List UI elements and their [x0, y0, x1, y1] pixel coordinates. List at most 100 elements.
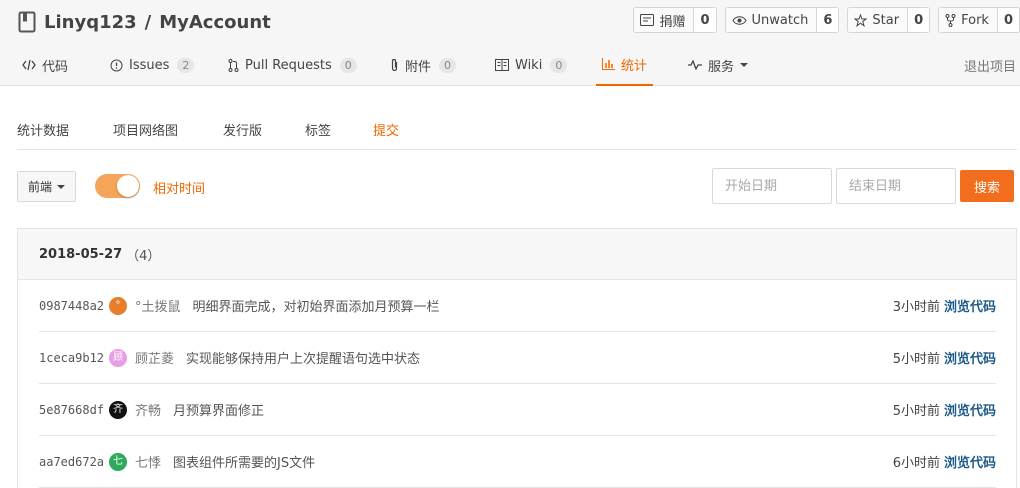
star-label: Star [872, 12, 900, 28]
tab-services[interactable]: 服务 [688, 44, 749, 86]
commit-date: 2018-05-27 [39, 246, 123, 262]
avatar[interactable]: ° [109, 296, 128, 315]
commit-sha-link[interactable]: aa7ed672a [39, 455, 104, 469]
repo-title: Linyq123 / MyAccount [18, 10, 271, 34]
commit-time: 6小时前 [892, 456, 940, 471]
wiki-book-icon [495, 59, 509, 71]
relative-time-toggle[interactable] [95, 174, 140, 198]
commit-time: 3小时前 [892, 300, 940, 315]
star-label-wrap: Star [848, 8, 909, 32]
wiki-count-badge: 0 [550, 57, 568, 73]
commit-row: 0987448a2 ° °土拨鼠 明细界面完成，对初始界面添加月预算一栏 3小时… [39, 280, 996, 332]
browse-code-link[interactable]: 浏览代码 [944, 348, 996, 367]
pulse-icon [688, 60, 702, 70]
fork-count[interactable]: 0 [997, 8, 1019, 32]
commit-list: 2018-05-27 （4） 0987448a2 ° °土拨鼠 明细界面完成，对… [17, 228, 1017, 488]
start-date-input[interactable] [712, 168, 832, 204]
subtab-tags[interactable]: 标签 [305, 120, 331, 139]
star-button[interactable]: Star 0 [847, 7, 931, 33]
commit-meta: 3小时前 浏览代码 [893, 296, 996, 315]
code-icon [22, 59, 36, 71]
pulls-count-badge: 0 [339, 57, 357, 73]
commit-date-header: 2018-05-27 （4） [18, 229, 1016, 280]
donate-label-wrap: 捐赠 [634, 8, 695, 32]
tab-wiki-label: Wiki [515, 57, 543, 73]
fork-button[interactable]: Fork 0 [938, 7, 1020, 33]
subtab-commits[interactable]: 提交 [373, 120, 399, 139]
repo-book-icon [18, 11, 36, 33]
tab-attachments-label: 附件 [405, 59, 432, 75]
end-date-input[interactable] [836, 168, 956, 204]
issue-icon [110, 59, 123, 71]
repo-actions: 捐赠 0 Unwatch 6 Star 0 Fork 0 [633, 7, 1020, 33]
branch-select[interactable]: 前端 [17, 171, 76, 202]
tab-stats[interactable]: 统计 [596, 44, 654, 86]
chevron-down-icon [57, 184, 65, 189]
avatar[interactable]: 齐 [109, 400, 128, 419]
chevron-down-icon [740, 63, 749, 67]
star-icon [854, 13, 868, 27]
avatar[interactable]: 顾 [109, 348, 128, 367]
commit-author[interactable]: °土拨鼠 [135, 296, 181, 315]
repo-separator: / [144, 11, 152, 33]
browse-code-link[interactable]: 浏览代码 [944, 296, 996, 315]
issues-count-badge: 2 [177, 57, 195, 73]
donate-count[interactable]: 0 [694, 8, 716, 32]
commit-author[interactable]: 顾芷菱 [135, 348, 174, 367]
toggle-knob [117, 175, 139, 197]
donate-label: 捐赠 [659, 14, 686, 30]
commit-sha-link[interactable]: 0987448a2 [39, 299, 104, 313]
fork-icon [945, 13, 956, 27]
tab-code[interactable]: 代码 [22, 44, 68, 86]
relative-time-label: 相对时间 [153, 182, 206, 197]
tab-pull-requests[interactable]: Pull Requests 0 [228, 44, 357, 86]
commit-meta: 5小时前 浏览代码 [893, 348, 996, 367]
commit-count: （4） [126, 248, 161, 264]
subtab-network[interactable]: 项目网络图 [113, 120, 178, 139]
commit-sha-link[interactable]: 1ceca9b12 [39, 351, 104, 365]
eye-icon [731, 15, 747, 25]
repo-header: Linyq123 / MyAccount 捐赠 0 Unwatch 6 Star… [0, 0, 1020, 86]
unwatch-button[interactable]: Unwatch 6 [724, 7, 840, 33]
tab-issues-label: Issues [129, 57, 170, 73]
commit-time: 5小时前 [892, 352, 940, 367]
repo-name-link[interactable]: MyAccount [159, 12, 271, 33]
browse-code-link[interactable]: 浏览代码 [944, 400, 996, 419]
avatar[interactable]: 七 [109, 452, 128, 471]
pull-request-icon [228, 58, 239, 72]
repo-owner-link[interactable]: Linyq123 [44, 12, 137, 33]
fork-label: Fork [961, 12, 989, 28]
commit-meta: 5小时前 浏览代码 [893, 400, 996, 419]
commit-time: 5小时前 [892, 404, 940, 419]
commit-message[interactable]: 月预算界面修正 [173, 400, 264, 419]
subtab-releases[interactable]: 发行版 [223, 120, 262, 139]
tab-wiki[interactable]: Wiki 0 [495, 44, 568, 86]
tab-issues[interactable]: Issues 2 [110, 44, 195, 86]
branch-label: 前端 [27, 180, 52, 194]
star-count[interactable]: 0 [908, 8, 930, 32]
stats-subtabs: 统计数据 项目网络图 发行版 标签 提交 [17, 112, 1017, 150]
unwatch-label: Unwatch [751, 12, 809, 28]
commit-message[interactable]: 实现能够保持用户上次提醒语句选中状态 [186, 348, 420, 367]
commit-sha-link[interactable]: 5e87668df [39, 403, 104, 417]
commit-meta: 6小时前 浏览代码 [893, 452, 996, 471]
unwatch-count[interactable]: 6 [817, 8, 839, 32]
commit-author[interactable]: 七悸 [135, 452, 161, 471]
commit-row: 5e87668df 齐 齐畅 月预算界面修正 5小时前 浏览代码 [39, 384, 996, 436]
donate-button[interactable]: 捐赠 0 [633, 7, 717, 33]
commit-message[interactable]: 图表组件所需要的JS文件 [173, 452, 315, 471]
commit-author[interactable]: 齐畅 [135, 400, 161, 419]
tab-attachments[interactable]: 附件 0 [390, 44, 457, 86]
tab-services-label: 服务 [708, 59, 735, 75]
search-button[interactable]: 搜索 [960, 170, 1014, 202]
fork-label-wrap: Fork [939, 8, 998, 32]
tab-pull-requests-label: Pull Requests [245, 57, 332, 73]
tab-code-label: 代码 [42, 59, 69, 75]
paperclip-icon [391, 58, 398, 72]
commit-message[interactable]: 明细界面完成，对初始界面添加月预算一栏 [193, 296, 440, 315]
bar-chart-icon [602, 58, 615, 70]
subtab-stats-data[interactable]: 统计数据 [17, 120, 69, 139]
exit-project-link[interactable]: 退出项目 [964, 44, 1016, 86]
commit-row: 1ceca9b12 顾 顾芷菱 实现能够保持用户上次提醒语句选中状态 5小时前 … [39, 332, 996, 384]
browse-code-link[interactable]: 浏览代码 [944, 452, 996, 471]
